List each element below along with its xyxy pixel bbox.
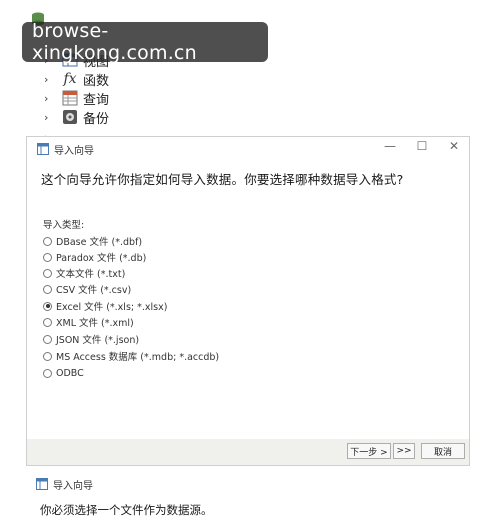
option-label: DBase 文件 (*.dbf) <box>56 237 143 248</box>
import-wizard-dialog: 导入向导 — ☐ ✕ 这个向导允许你指定如何导入数据。你要选择哪种数据导入格式?… <box>26 136 470 466</box>
import-type-label: 导入类型: <box>43 220 85 231</box>
option-label: MS Access 数据库 (*.mdb; *.accdb) <box>56 352 220 363</box>
watermark: browse-xingkong.com.cn <box>22 20 268 64</box>
skip-to-end-button[interactable]: >> <box>393 443 415 459</box>
radio-button-selected[interactable] <box>43 301 52 311</box>
option-json[interactable]: JSON 文件 (*.json) <box>43 331 139 347</box>
tree-item-label: 备份 <box>83 111 110 127</box>
option-paradox[interactable]: Paradox 文件 (*.db) <box>43 249 146 265</box>
tree-item-label: 函数 <box>83 73 110 89</box>
radio-button[interactable] <box>43 317 52 327</box>
tree-item-query[interactable]: › 查询 <box>44 89 110 108</box>
import-wizard-dialog-2: 导入向导 你必须选择一个文件作为数据源。 <box>26 466 470 529</box>
tree-item-backup[interactable]: › 备份 <box>44 108 110 127</box>
import-wizard-icon <box>37 143 49 155</box>
radio-button[interactable] <box>43 334 52 344</box>
option-dbase[interactable]: DBase 文件 (*.dbf) <box>43 233 142 249</box>
cancel-button[interactable]: 取消 <box>421 443 465 459</box>
option-ms-access[interactable]: MS Access 数据库 (*.mdb; *.accdb) <box>43 348 219 364</box>
minimize-button[interactable]: — <box>381 139 399 153</box>
close-button[interactable]: ✕ <box>445 139 463 153</box>
option-label: 文本文件 (*.txt) <box>56 269 126 280</box>
radio-button[interactable] <box>43 284 52 294</box>
option-csv[interactable]: CSV 文件 (*.csv) <box>43 281 131 297</box>
dialog-titlebar: 导入向导 — ☐ ✕ <box>27 137 469 161</box>
dialog-heading: 这个向导允许你指定如何导入数据。你要选择哪种数据导入格式? <box>41 172 404 187</box>
maximize-button[interactable]: ☐ <box>413 139 431 153</box>
dialog-titlebar: 导入向导 <box>26 472 470 496</box>
dialog-title: 导入向导 <box>53 480 93 492</box>
option-label: Excel 文件 (*.xls; *.xlsx) <box>56 302 168 313</box>
import-wizard-icon <box>36 478 48 490</box>
radio-button[interactable] <box>43 268 52 278</box>
next-button[interactable]: 下一步 > <box>347 443 391 459</box>
option-label: CSV 文件 (*.csv) <box>56 285 132 296</box>
function-icon: fx <box>63 71 77 87</box>
dialog-title: 导入向导 <box>54 145 94 157</box>
radio-button[interactable] <box>43 368 52 378</box>
query-icon <box>62 90 78 106</box>
chevron-right-icon[interactable]: › <box>44 111 56 124</box>
chevron-right-icon[interactable]: › <box>44 73 56 86</box>
option-xml[interactable]: XML 文件 (*.xml) <box>43 314 134 330</box>
tree-item-label: 查询 <box>83 92 110 108</box>
option-label: JSON 文件 (*.json) <box>56 335 140 346</box>
dialog-footer: 下一步 > >> 取消 <box>27 439 469 465</box>
option-label: XML 文件 (*.xml) <box>56 318 134 329</box>
radio-button[interactable] <box>43 351 52 361</box>
option-excel[interactable]: Excel 文件 (*.xls; *.xlsx) <box>43 298 167 314</box>
chevron-right-icon[interactable]: › <box>44 92 56 105</box>
radio-button[interactable] <box>43 236 52 246</box>
option-text[interactable]: 文本文件 (*.txt) <box>43 265 125 281</box>
backup-icon <box>62 109 78 125</box>
tree-item-function[interactable]: › fx 函数 <box>44 70 110 89</box>
radio-button[interactable] <box>43 252 52 262</box>
dialog-heading: 你必须选择一个文件作为数据源。 <box>40 503 213 517</box>
option-label: Paradox 文件 (*.db) <box>56 253 147 264</box>
option-label: ODBC <box>56 367 84 379</box>
option-odbc[interactable]: ODBC <box>43 365 84 381</box>
